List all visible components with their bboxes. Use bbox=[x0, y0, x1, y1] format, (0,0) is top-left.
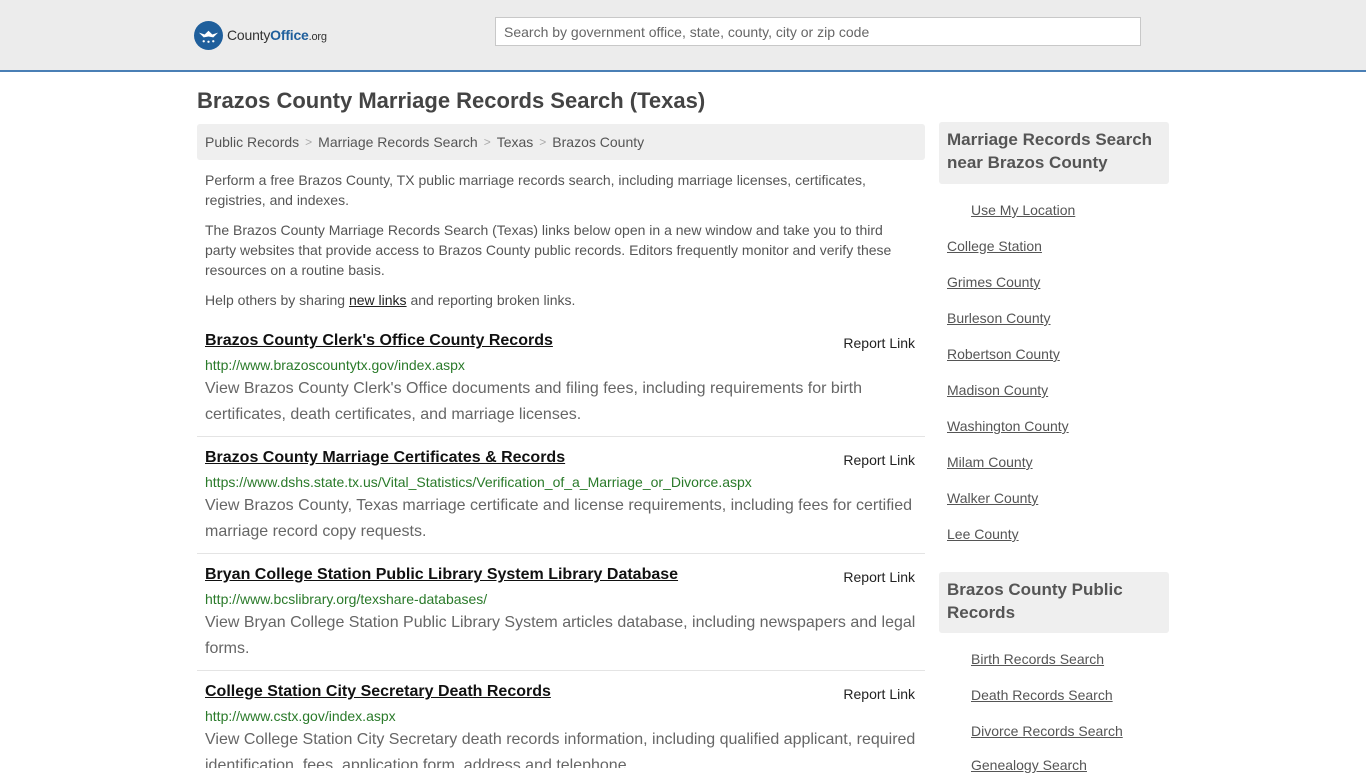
breadcrumb-separator: > bbox=[539, 135, 547, 149]
sidebar-item-lee-county[interactable]: Lee County bbox=[947, 526, 1019, 542]
sidebar-item-divorce-records[interactable]: Divorce Records Search bbox=[971, 723, 1123, 739]
sidebar-item-robertson-county[interactable]: Robertson County bbox=[947, 346, 1060, 362]
sidebar-item-washington-county[interactable]: Washington County bbox=[947, 418, 1069, 434]
breadcrumb-public-records[interactable]: Public Records bbox=[205, 134, 299, 150]
intro-paragraph-3: Help others by sharing new links and rep… bbox=[205, 292, 576, 308]
use-my-location-link[interactable]: Use My Location bbox=[971, 202, 1075, 218]
sidebar-item-death-records[interactable]: Death Records Search bbox=[971, 687, 1113, 703]
eagle-logo-icon bbox=[194, 20, 223, 50]
entry-description: View Bryan College Station Public Librar… bbox=[205, 614, 916, 657]
sidebar-heading-nearby: Marriage Records Search near Brazos Coun… bbox=[939, 122, 1169, 184]
report-link-button[interactable]: Report Link bbox=[843, 452, 915, 468]
breadcrumb-separator: > bbox=[483, 135, 491, 149]
sidebar-item-milam-county[interactable]: Milam County bbox=[947, 454, 1033, 470]
breadcrumb-marriage-records[interactable]: Marriage Records Search bbox=[318, 134, 478, 150]
logo-wordmark: CountyOffice.org bbox=[227, 27, 327, 43]
site-header: CountyOffice.org bbox=[0, 0, 1366, 72]
page-title: Brazos County Marriage Records Search (T… bbox=[197, 88, 706, 113]
record-entry: College Station City Secretary Death Rec… bbox=[197, 681, 925, 768]
breadcrumb-brazos-county[interactable]: Brazos County bbox=[552, 134, 644, 150]
site-logo[interactable]: CountyOffice.org bbox=[194, 20, 327, 50]
sidebar-item-madison-county[interactable]: Madison County bbox=[947, 382, 1048, 398]
entry-title-link[interactable]: Brazos County Clerk's Office County Reco… bbox=[205, 330, 917, 352]
intro-paragraph-1: Perform a free Brazos County, TX public … bbox=[205, 172, 866, 208]
sidebar-item-college-station[interactable]: College Station bbox=[947, 238, 1042, 254]
entry-title-link[interactable]: College Station City Secretary Death Rec… bbox=[205, 681, 917, 703]
record-entry: Brazos County Marriage Certificates & Re… bbox=[197, 447, 925, 554]
report-link-button[interactable]: Report Link bbox=[843, 335, 915, 351]
search-input[interactable] bbox=[495, 17, 1141, 46]
breadcrumb-texas[interactable]: Texas bbox=[497, 134, 534, 150]
entry-description: View College Station City Secretary deat… bbox=[205, 731, 916, 768]
record-entry: Brazos County Clerk's Office County Reco… bbox=[197, 330, 925, 437]
sidebar-item-birth-records[interactable]: Birth Records Search bbox=[971, 651, 1104, 667]
report-link-button[interactable]: Report Link bbox=[843, 569, 915, 585]
entry-description: View Brazos County, Texas marriage certi… bbox=[205, 497, 913, 540]
entry-url: http://www.cstx.gov/index.aspx bbox=[205, 708, 396, 724]
entry-url: http://www.bcslibrary.org/texshare-datab… bbox=[205, 591, 488, 607]
breadcrumb-separator: > bbox=[305, 135, 313, 149]
report-link-button[interactable]: Report Link bbox=[843, 686, 915, 702]
intro-paragraph-2: The Brazos County Marriage Records Searc… bbox=[205, 222, 892, 278]
sidebar-heading-public-records: Brazos County Public Records bbox=[939, 572, 1169, 633]
entry-url: https://www.dshs.state.tx.us/Vital_Stati… bbox=[205, 474, 752, 490]
record-entry: Bryan College Station Public Library Sys… bbox=[197, 564, 925, 671]
breadcrumb: Public Records > Marriage Records Search… bbox=[197, 124, 925, 160]
new-links-link[interactable]: new links bbox=[349, 292, 407, 308]
sidebar-item-grimes-county[interactable]: Grimes County bbox=[947, 274, 1040, 290]
sidebar-item-walker-county[interactable]: Walker County bbox=[947, 490, 1038, 506]
sidebar-item-burleson-county[interactable]: Burleson County bbox=[947, 310, 1051, 326]
entry-title-link[interactable]: Brazos County Marriage Certificates & Re… bbox=[205, 447, 917, 469]
sidebar-item-genealogy-search[interactable]: Genealogy Search bbox=[971, 757, 1087, 773]
entry-description: View Brazos County Clerk's Office docume… bbox=[205, 380, 862, 423]
entry-url: http://www.brazoscountytx.gov/index.aspx bbox=[205, 357, 465, 373]
entry-title-link[interactable]: Bryan College Station Public Library Sys… bbox=[205, 564, 917, 586]
